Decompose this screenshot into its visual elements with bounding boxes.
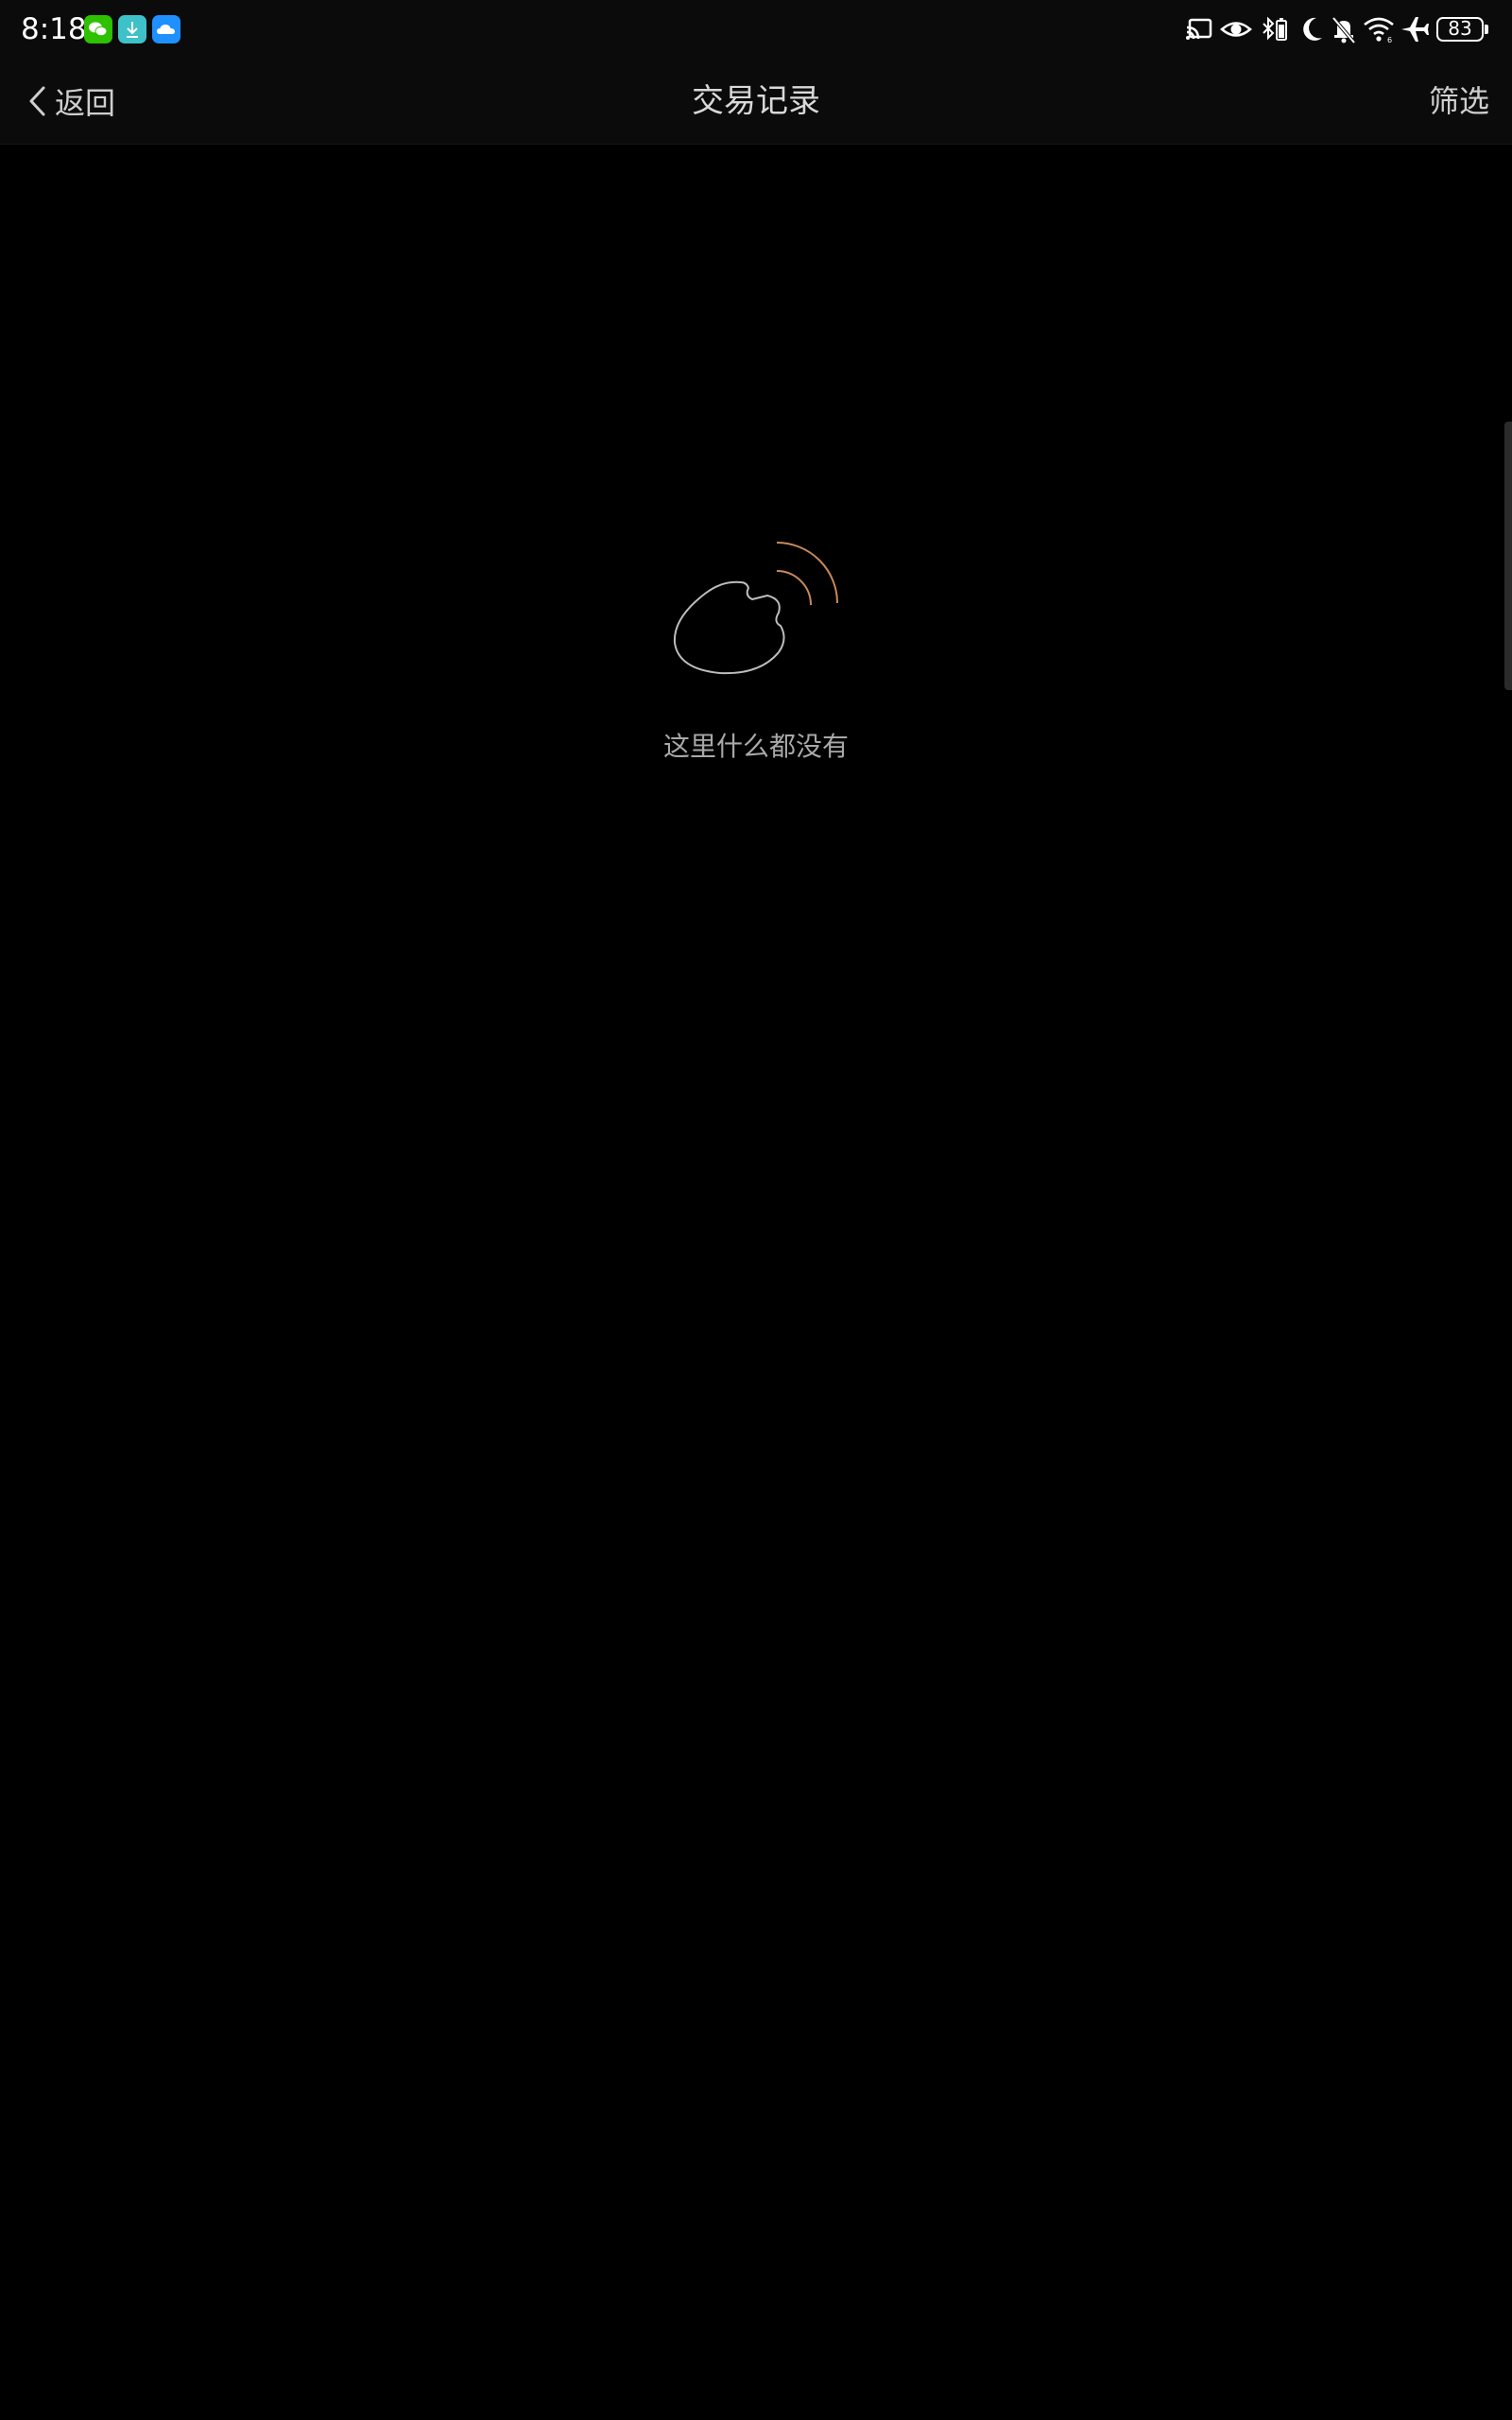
svg-text:6: 6 xyxy=(1387,36,1392,44)
chevron-left-icon xyxy=(29,86,45,116)
empty-state-message: 这里什么都没有 xyxy=(662,731,849,762)
wifi-icon: 6 xyxy=(1364,17,1394,44)
status-time: 8:18 xyxy=(21,12,87,46)
eye-icon xyxy=(1220,22,1252,37)
bell-off-icon xyxy=(1332,16,1356,44)
airplane-icon xyxy=(1401,17,1429,42)
cloud-icon xyxy=(152,15,180,43)
wechat-icon xyxy=(84,15,112,43)
nav-bar: 交易记录 返回 筛选 xyxy=(0,59,1512,145)
page-title: 交易记录 xyxy=(692,82,820,120)
bluetooth-battery-icon xyxy=(1263,16,1287,41)
scrollbar-handle[interactable] xyxy=(1504,422,1512,690)
status-bar: 8:18 6 83 xyxy=(0,0,1512,59)
back-label: 返回 xyxy=(55,85,116,121)
battery-nub xyxy=(1485,25,1488,34)
battery-level: 83 xyxy=(1448,17,1472,40)
download-icon xyxy=(118,15,146,43)
screen-cast-icon xyxy=(1186,18,1212,40)
moon-icon xyxy=(1303,17,1322,41)
back-button[interactable]: 返回 xyxy=(25,79,115,123)
filter-button[interactable]: 筛选 xyxy=(1429,79,1489,123)
battery-icon: 83 xyxy=(1436,17,1484,42)
empty-state-illustration xyxy=(673,542,838,675)
